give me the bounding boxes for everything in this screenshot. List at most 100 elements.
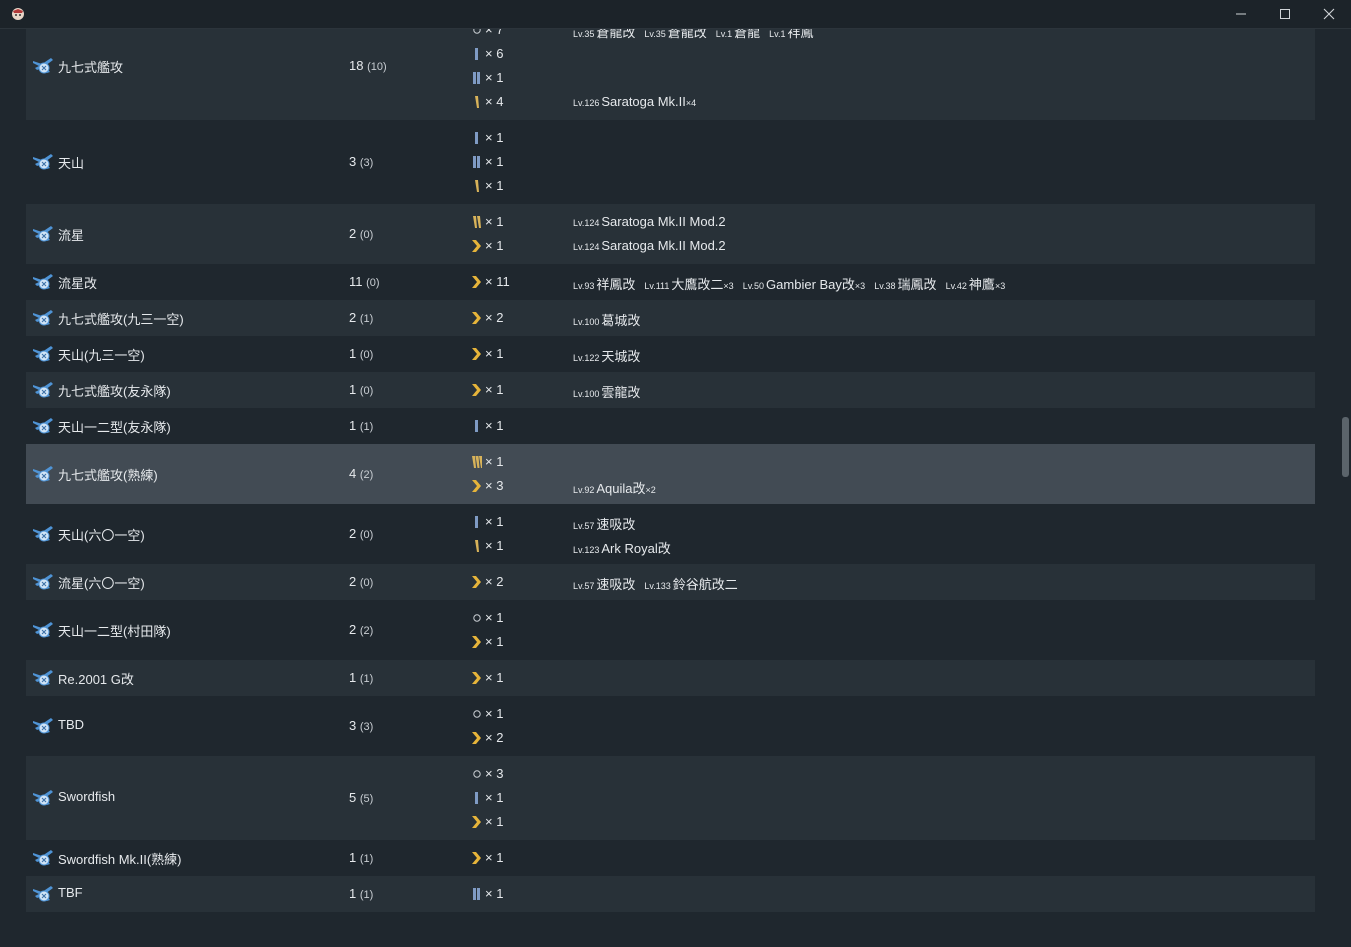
proficiency-bar1-icon [471, 419, 483, 433]
equipment-count: 2 (1) [349, 310, 373, 325]
table-row[interactable]: 天山一二型(村田隊) 2 (2) × 1 × 1 [26, 600, 1315, 660]
total-count: 11 [349, 274, 363, 289]
ship-name: 速吸改 [596, 517, 636, 532]
ship-name: Ark Royal改 [601, 541, 671, 556]
unequipped-count: (0) [366, 277, 380, 289]
ship-entry[interactable]: Lv.57 速吸改 [573, 570, 635, 593]
ship-entry[interactable]: Lv.122 天城改 [573, 342, 640, 365]
proficiency-group: × 1 [471, 786, 581, 810]
table-row[interactable]: 天山一二型(友永隊) 1 (1) × 1 [26, 408, 1315, 444]
table-row[interactable]: Re.2001 G改 1 (1) × 1 [26, 660, 1315, 696]
maximize-button[interactable] [1262, 0, 1308, 28]
table-row[interactable]: 天山(九三一空) 1 (0) × 1 Lv.122 天城改 [26, 336, 1315, 372]
ship-level: Lv.124 [573, 242, 600, 252]
proficiency-group: × 1 [471, 666, 581, 690]
proficiency-group: × 3 [471, 762, 581, 786]
ship-name: 瑞鳳改 [897, 277, 937, 292]
ship-name: Gambier Bay改 [766, 277, 855, 292]
equipment-count: 2 (0) [349, 574, 373, 589]
ship-entry[interactable]: Lv.42 神鷹×3 [946, 270, 1006, 293]
ship-entry[interactable]: Lv.35 蒼龍改 [644, 29, 706, 41]
table-row[interactable]: 天山(六〇一空) 2 (0) × 1 Lv.57 速吸改 × 1 Lv.123 Ark Roy… [26, 504, 1315, 564]
table-row[interactable]: 天山 3 (3) × 1 × 1 × 1 [26, 120, 1315, 204]
proficiency-count: × 1 [485, 634, 504, 649]
table-row[interactable]: 流星改 11 (0) × 11 Lv.93 祥鳳改 Lv.111 大鷹改二×3 Lv.50 Ga… [26, 264, 1315, 300]
proficiency-group: × 1 [471, 126, 581, 150]
ship-entry[interactable]: Lv.57 速吸改 [573, 510, 635, 533]
table-row[interactable]: Swordfish Mk.II(熟練) 1 (1) × 1 [26, 840, 1315, 876]
proficiency-group: × 2 [471, 570, 581, 594]
proficiency-slash1-icon [471, 539, 483, 553]
unequipped-count: (1) [359, 853, 374, 865]
proficiency-chevron-icon [471, 311, 483, 325]
table-row[interactable]: 九七式艦攻(友永隊) 1 (0) × 1 Lv.100 雲龍改 [26, 372, 1315, 408]
equipment-count: 1 (1) [349, 670, 373, 685]
ship-entry[interactable]: Lv.35 蒼龍改 [573, 29, 635, 41]
ship-level: Lv.100 [573, 317, 600, 327]
ship-level: Lv.93 [573, 281, 595, 291]
proficiency-bar2-icon [471, 71, 483, 85]
proficiency-group: × 1 [471, 630, 581, 654]
unequipped-count: (3) [359, 157, 374, 169]
ship-entry[interactable]: Lv.50 Gambier Bay改×3 [743, 270, 866, 293]
table-row[interactable]: Swordfish 5 (5) × 3 × 1 × 1 [26, 756, 1315, 840]
equipment-count: 1 (0) [349, 346, 373, 361]
ship-entry[interactable]: Lv.126 Saratoga Mk.II×4 [573, 90, 696, 109]
ship-entry[interactable]: Lv.133 鈴谷航改二 [644, 570, 737, 593]
ship-level: Lv.124 [573, 218, 600, 228]
ship-entry[interactable]: Lv.124 Saratoga Mk.II Mod.2 [573, 210, 726, 229]
proficiency-slash1-icon [471, 179, 483, 193]
torpedo-bomber-icon [31, 55, 55, 77]
table-row[interactable]: 流星(六〇一空) 2 (0) × 2 Lv.57 速吸改 Lv.133 鈴谷航改二 [26, 564, 1315, 600]
proficiency-count: × 1 [485, 178, 504, 193]
proficiency-count: × 2 [485, 730, 504, 745]
scroll-thumb[interactable] [1342, 417, 1349, 477]
proficiency-group: × 1 [471, 150, 581, 174]
proficiency-group: × 6 [471, 42, 581, 66]
torpedo-bomber-icon [31, 271, 55, 293]
table-row[interactable]: 九七式艦攻(九三一空) 2 (1) × 2 Lv.100 葛城改 [26, 300, 1315, 336]
torpedo-bomber-table: 九七式艦攻 18 (10) × 7 Lv.35 蒼龍改 Lv.35 蒼龍改 Lv.1 蒼龍 Lv.… [26, 29, 1315, 912]
proficiency-chevron-icon [471, 635, 483, 649]
proficiency-circle-icon [471, 767, 483, 781]
equipped-ships: Lv.92 Aquila改×2 [573, 474, 665, 498]
proficiency-count: × 1 [485, 418, 504, 433]
equipped-ships: Lv.57 速吸改 [573, 510, 644, 534]
ship-entry[interactable]: Lv.111 大鷹改二×3 [644, 270, 733, 293]
ship-entry[interactable]: Lv.92 Aquila改×2 [573, 474, 656, 497]
equipment-count: 1 (1) [349, 886, 373, 901]
proficiency-count: × 11 [485, 274, 510, 289]
equipment-count: 1 (0) [349, 382, 373, 397]
proficiency-group: × 1 [471, 702, 581, 726]
proficiency-group: × 1 [471, 342, 581, 366]
unequipped-count: (3) [359, 721, 374, 733]
ship-entry[interactable]: Lv.1 祥鳳 [769, 29, 813, 41]
ship-level: Lv.35 [644, 29, 666, 39]
table-row[interactable]: TBD 3 (3) × 1 × 2 [26, 696, 1315, 756]
table-row[interactable]: 九七式艦攻 18 (10) × 7 Lv.35 蒼龍改 Lv.35 蒼龍改 Lv.1 蒼龍 Lv.… [26, 29, 1315, 120]
ship-entry[interactable]: Lv.100 雲龍改 [573, 378, 640, 401]
table-row[interactable]: TBF 1 (1) × 1 [26, 876, 1315, 912]
equipment-name: 九七式艦攻(熟練) [58, 468, 158, 483]
ship-entry[interactable]: Lv.1 蒼龍 [716, 29, 760, 41]
ship-name: Saratoga Mk.II Mod.2 [601, 238, 726, 253]
ship-entry[interactable]: Lv.100 葛城改 [573, 306, 640, 329]
vertical-scrollbar[interactable] [1341, 29, 1351, 947]
proficiency-chevron-icon [471, 479, 483, 493]
total-count: 2 [349, 226, 357, 241]
table-row[interactable]: 流星 2 (0) × 1 Lv.124 Saratoga Mk.II Mod.2 × 1L… [26, 204, 1315, 264]
ship-name: Aquila改 [596, 481, 646, 496]
ship-entry[interactable]: Lv.123 Ark Royal改 [573, 534, 671, 557]
table-row[interactable]: 九七式艦攻(熟練) 4 (2) × 1 × 3 Lv.92 Aquila改×2 [26, 444, 1315, 504]
close-button[interactable] [1306, 0, 1351, 28]
minimize-button[interactable] [1218, 0, 1264, 28]
proficiency-count: × 1 [485, 454, 504, 469]
ship-entry[interactable]: Lv.38 瑞鳳改 [874, 270, 936, 293]
ship-name: 天城改 [601, 349, 641, 364]
ship-level: Lv.38 [874, 281, 896, 291]
ship-entry[interactable]: Lv.124 Saratoga Mk.II Mod.2 [573, 234, 726, 253]
proficiency-count: × 1 [485, 670, 504, 685]
ship-level: Lv.123 [573, 545, 600, 555]
equipped-ships: Lv.35 蒼龍改 Lv.35 蒼龍改 Lv.1 蒼龍 Lv.1 祥鳳 [573, 29, 822, 42]
ship-entry[interactable]: Lv.93 祥鳳改 [573, 270, 635, 293]
